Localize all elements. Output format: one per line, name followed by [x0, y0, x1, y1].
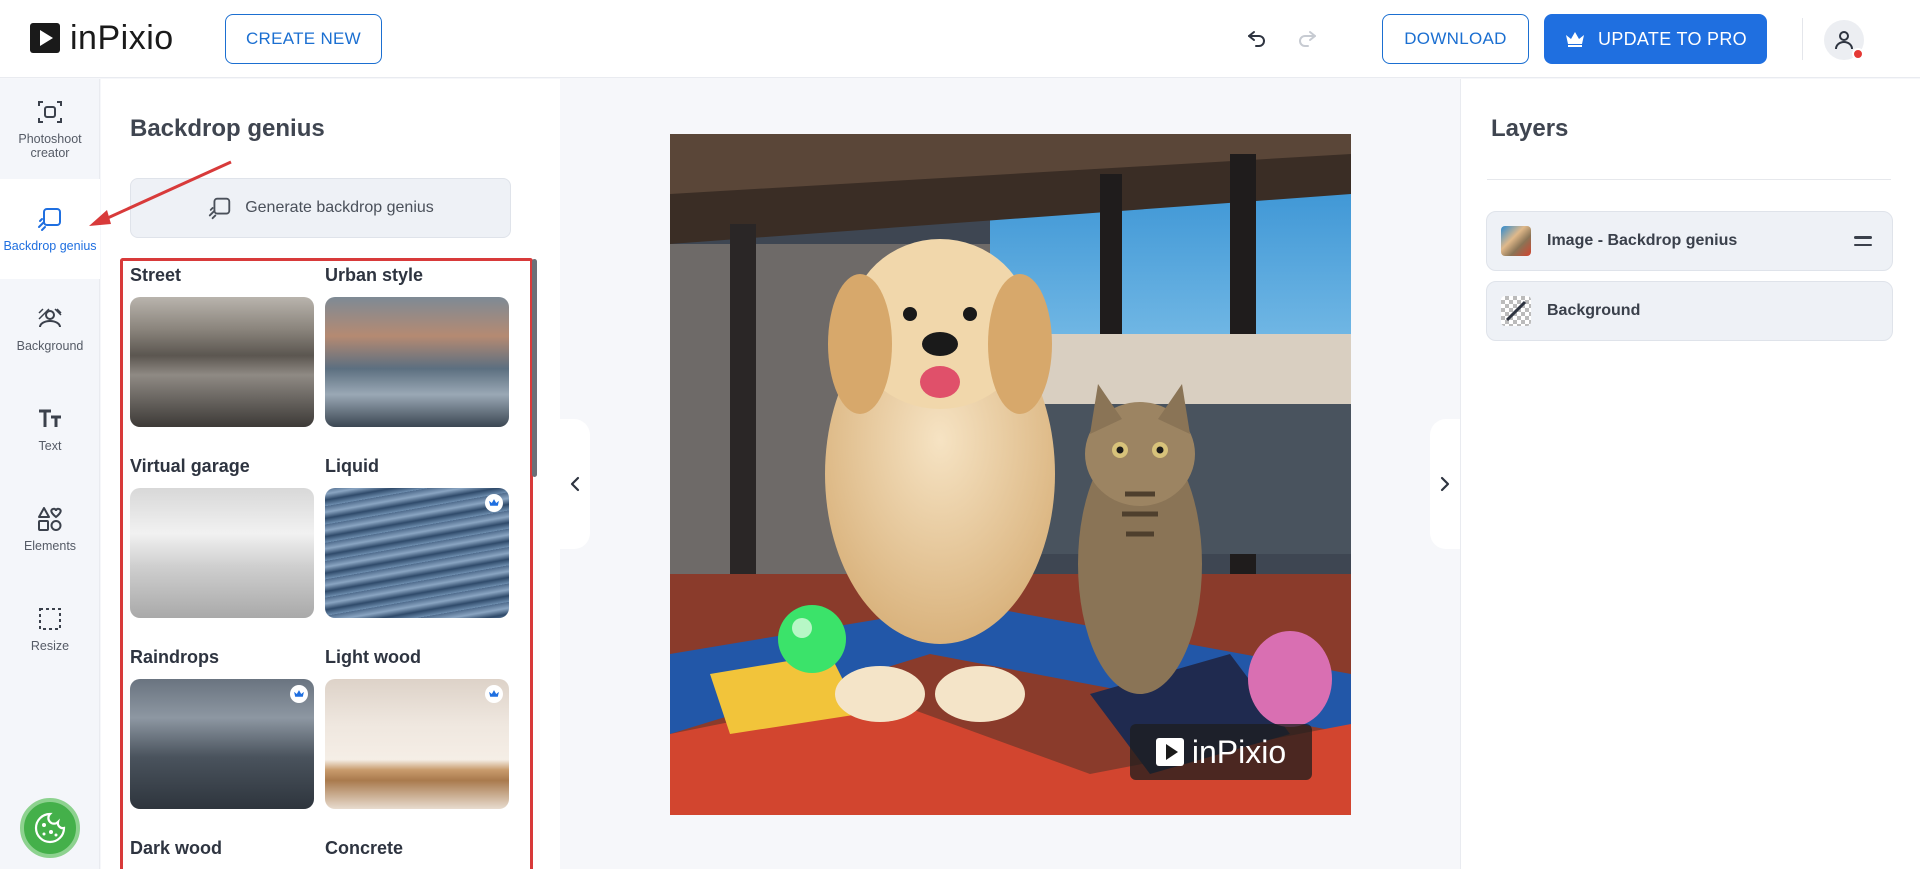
backdrop-tile-light-wood[interactable]: Light wood	[325, 647, 509, 809]
drag-handle-icon[interactable]	[1854, 234, 1872, 248]
chevron-left-icon	[570, 476, 580, 492]
rail-item-background[interactable]: Background	[0, 279, 100, 379]
rail-item-text[interactable]: Text	[0, 379, 100, 479]
resize-icon	[39, 608, 61, 630]
rail-label: Text	[38, 439, 62, 453]
update-to-pro-button[interactable]: UPDATE TO PRO	[1544, 14, 1767, 64]
backdrop-tile-concrete[interactable]: Concrete	[325, 838, 509, 862]
photoshoot-icon	[38, 101, 62, 123]
rail-label: Resize	[30, 639, 70, 653]
layer-image-backdrop-genius[interactable]: Image - Backdrop genius	[1486, 211, 1893, 271]
pets-photo	[670, 134, 1351, 815]
crown-icon	[1566, 32, 1585, 47]
layers-panel: Layers Image - Backdrop genius Backgroun…	[1460, 79, 1920, 869]
annotation-arrow	[89, 160, 232, 226]
layers-title: Layers	[1491, 115, 1569, 142]
backdrop-tile-urban-style[interactable]: Urban style	[325, 265, 509, 427]
layer-thumbnail	[1501, 226, 1531, 256]
redo-icon[interactable]	[1292, 22, 1322, 52]
update-to-pro-label: UPDATE TO PRO	[1598, 28, 1747, 49]
layers-divider	[1487, 179, 1891, 180]
tile-thumbnail	[130, 297, 314, 427]
crown-icon	[290, 685, 308, 703]
download-button[interactable]: DOWNLOAD	[1382, 14, 1529, 64]
tile-thumbnail	[325, 679, 509, 809]
backdrop-genius-panel: Backdrop genius Generate backdrop genius…	[89, 79, 560, 869]
backdrop-grid: Street Urban style Virtual garage Liquid…	[120, 258, 533, 869]
layer-background[interactable]: Background	[1486, 281, 1893, 341]
layer-label: Image - Backdrop genius	[1547, 232, 1738, 249]
watermark-text: inPixio	[1191, 733, 1287, 770]
backdrop-tile-virtual-garage[interactable]: Virtual garage	[130, 456, 314, 618]
text-icon	[39, 409, 61, 427]
rail-label: Elements	[23, 539, 77, 553]
cookie-icon	[34, 812, 66, 844]
canvas-area: inPixio	[560, 79, 1460, 869]
layer-label: Background	[1547, 302, 1641, 319]
play-logo-icon	[1155, 738, 1184, 766]
tile-thumbnail	[130, 488, 314, 618]
crown-icon	[485, 494, 503, 512]
top-header: inPixio CREATE NEW DOWNLOAD UPDATE TO PR…	[0, 0, 1920, 78]
tile-name: Dark wood	[130, 838, 223, 858]
notification-dot	[1852, 48, 1864, 60]
tile-name: Urban style	[325, 265, 424, 285]
chevron-right-icon	[1440, 476, 1450, 492]
crown-icon	[485, 685, 503, 703]
tile-thumbnail	[130, 679, 314, 809]
canvas-image[interactable]: inPixio	[670, 134, 1351, 815]
backdrop-tile-raindrops[interactable]: Raindrops	[130, 647, 314, 809]
background-icon	[38, 308, 62, 328]
grid-scrollbar[interactable]	[532, 259, 537, 477]
user-icon	[1835, 31, 1853, 50]
tile-name: Street	[130, 265, 182, 285]
cookie-settings-button[interactable]	[20, 798, 80, 858]
backdrop-tile-dark-wood[interactable]: Dark wood	[130, 838, 314, 862]
rail-label: Background	[16, 339, 84, 353]
elements-icon	[38, 507, 62, 531]
header-divider	[1802, 18, 1803, 60]
tile-thumbnail	[325, 488, 509, 618]
logo-text: inPixio	[70, 18, 174, 57]
tile-name: Raindrops	[130, 647, 220, 667]
play-logo-icon	[30, 23, 60, 53]
undo-icon[interactable]	[1242, 22, 1272, 52]
transparent-background-icon	[1501, 296, 1531, 326]
tile-name: Concrete	[325, 838, 404, 858]
tile-thumbnail	[325, 297, 509, 427]
backdrop-icon	[38, 208, 61, 231]
tile-name: Light wood	[325, 647, 421, 667]
collapse-right-panel-button[interactable]	[1430, 419, 1460, 549]
collapse-left-panel-button[interactable]	[560, 419, 590, 549]
backdrop-tile-street[interactable]: Street	[130, 265, 314, 427]
backdrop-tile-liquid[interactable]: Liquid	[325, 456, 509, 618]
rail-item-elements[interactable]: Elements	[0, 479, 100, 579]
tile-name: Virtual garage	[130, 456, 250, 476]
app-logo[interactable]: inPixio	[30, 18, 174, 57]
rail-item-resize[interactable]: Resize	[0, 579, 100, 679]
create-new-button[interactable]: CREATE NEW	[225, 14, 382, 64]
user-avatar[interactable]	[1824, 20, 1864, 60]
tile-name: Liquid	[325, 456, 379, 476]
panel-title: Backdrop genius	[130, 115, 325, 142]
watermark: inPixio	[1130, 724, 1312, 780]
